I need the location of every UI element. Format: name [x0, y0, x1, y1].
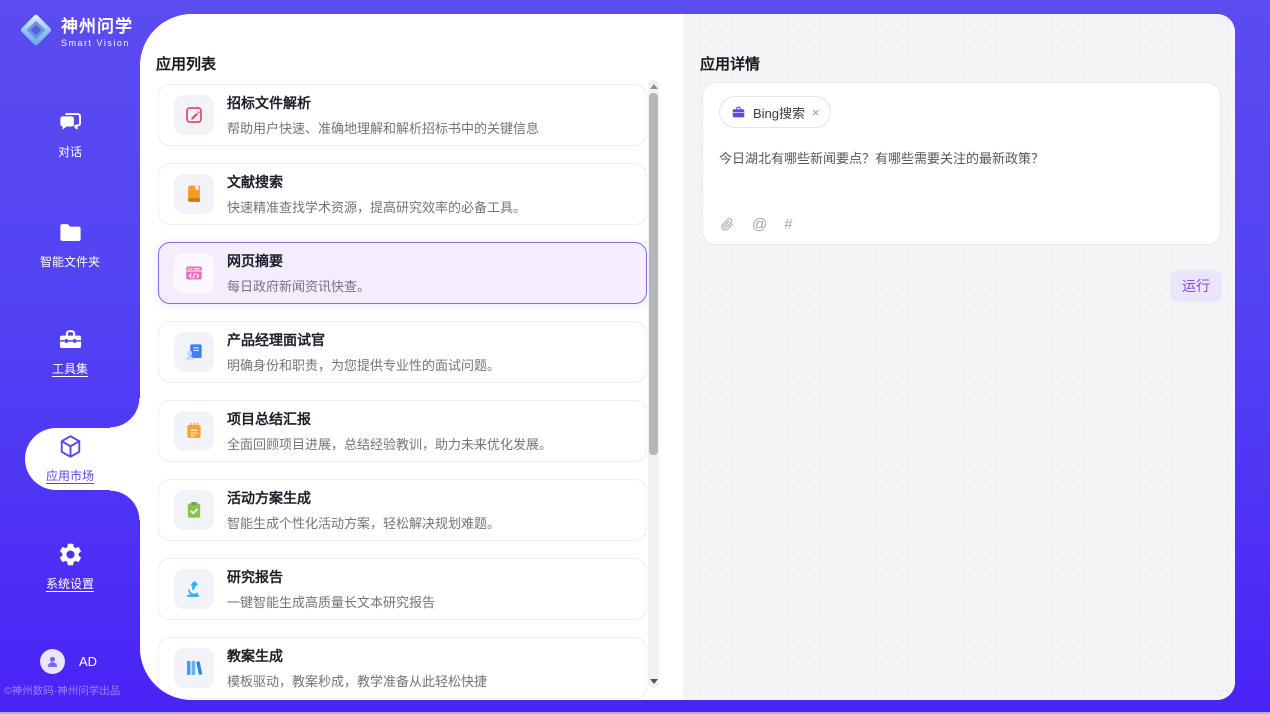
active-tab-curve-top: [110, 398, 140, 428]
app-name: 招标文件解析: [227, 93, 539, 113]
hash-icon[interactable]: #: [784, 216, 792, 233]
app-desc: 明确身份和职责，为您提供专业性的面试问题。: [227, 355, 500, 374]
tool-chip-label: Bing搜索: [753, 103, 805, 122]
attachment-icon[interactable]: [720, 217, 735, 232]
user-initials: AD: [79, 654, 97, 669]
research-report-icon: [174, 569, 214, 609]
app-item-pm-interviewer[interactable]: 产品经理面试官 明确身份和职责，为您提供专业性的面试问题。: [158, 321, 647, 383]
brand-subtitle: Smart Vision: [61, 38, 133, 48]
app-item-lesson-plan[interactable]: 教案生成 模板驱动，教案秒成，教学准备从此轻松快捷: [158, 637, 647, 699]
sidebar-item-toolset[interactable]: 工具集: [0, 326, 140, 377]
scroll-up-icon[interactable]: [650, 84, 658, 89]
app-desc: 一键智能生成高质量长文本研究报告: [227, 592, 435, 611]
app-detail-panel: 应用详情 Bing搜索 × 今日湖北有哪些新闻要点？有哪些需要关注的最新政策？ …: [683, 14, 1235, 700]
bid-document-icon: [174, 95, 214, 135]
app-name: 文献搜索: [227, 172, 526, 192]
run-button[interactable]: 运行: [1170, 270, 1222, 302]
sidebar-item-label: 对话: [58, 143, 82, 160]
avatar: [40, 649, 65, 674]
mention-icon[interactable]: @: [752, 216, 767, 233]
user-badge[interactable]: AD: [40, 649, 97, 674]
composer-toolbar: @ #: [720, 216, 793, 233]
sidebar-item-label: 工具集: [52, 360, 88, 377]
brand-logo: 神州问学 Smart Vision: [17, 11, 133, 49]
chip-close-icon[interactable]: ×: [812, 106, 820, 119]
app-name: 项目总结汇报: [227, 409, 552, 429]
app-name: 产品经理面试官: [227, 330, 500, 350]
briefcase-icon: [731, 105, 746, 120]
sidebar-item-label: 应用市场: [46, 467, 94, 484]
app-item-project-summary[interactable]: 项目总结汇报 全面回顾项目进展，总结经验教训，助力未来优化发展。: [158, 400, 647, 462]
brand-name: 神州问学: [61, 12, 133, 37]
tool-chip-bing-search[interactable]: Bing搜索 ×: [719, 96, 831, 128]
gear-icon: [57, 541, 84, 568]
app-item-web-summary[interactable]: 网页摘要 每日政府新闻资讯快查。: [158, 242, 647, 304]
user-icon: [45, 654, 60, 669]
app-desc: 智能生成个性化活动方案，轻松解决规划难题。: [227, 513, 500, 532]
event-plan-icon: [174, 490, 214, 530]
lesson-plan-icon: [174, 648, 214, 688]
app-name: 教案生成: [227, 646, 487, 666]
sidebar-item-chat[interactable]: 对话: [0, 109, 140, 160]
sidebar-item-settings[interactable]: 系统设置: [0, 541, 140, 592]
app-desc: 帮助用户快速、准确地理解和解析招标书中的关键信息: [227, 118, 539, 137]
app-desc: 每日政府新闻资讯快查。: [227, 276, 370, 295]
web-summary-icon: [174, 253, 214, 293]
prompt-card: Bing搜索 × 今日湖北有哪些新闻要点？有哪些需要关注的最新政策？ @ #: [702, 82, 1221, 245]
app-item-research-report[interactable]: 研究报告 一键智能生成高质量长文本研究报告: [158, 558, 647, 620]
app-item-event-plan[interactable]: 活动方案生成 智能生成个性化活动方案，轻松解决规划难题。: [158, 479, 647, 541]
app-list-panel: 应用列表 招标文件解析 帮助用户快速、准确地理解和解析招标书中的关键信息 文献搜…: [140, 14, 683, 700]
toolbox-icon: [57, 326, 84, 353]
sidebar-item-label: 智能文件夹: [40, 253, 100, 270]
sidebar-item-app-market[interactable]: 应用市场: [0, 433, 140, 484]
sidebar-item-smart-folder[interactable]: 智能文件夹: [0, 219, 140, 270]
sidebar: 神州问学 Smart Vision 对话 智能文件夹 工具集: [0, 0, 140, 714]
sidebar-item-label: 系统设置: [46, 575, 94, 592]
literature-search-icon: [174, 174, 214, 214]
app-list-title: 应用列表: [156, 53, 216, 74]
app-detail-title: 应用详情: [700, 53, 760, 74]
chat-icon: [57, 109, 84, 136]
scrollbar-thumb[interactable]: [649, 93, 658, 455]
app-name: 网页摘要: [227, 251, 370, 271]
app-desc: 模板驱动，教案秒成，教学准备从此轻松快捷: [227, 671, 487, 690]
prompt-input[interactable]: 今日湖北有哪些新闻要点？有哪些需要关注的最新政策？: [719, 149, 1204, 169]
app-desc: 快速精准查找学术资源，提高研究效率的必备工具。: [227, 197, 526, 216]
app-list: 招标文件解析 帮助用户快速、准确地理解和解析招标书中的关键信息 文献搜索 快速精…: [158, 84, 647, 700]
app-name: 活动方案生成: [227, 488, 500, 508]
app-item-literature-search[interactable]: 文献搜索 快速精准查找学术资源，提高研究效率的必备工具。: [158, 163, 647, 225]
diamond-logo-icon: [17, 11, 55, 49]
app-item-bid-document[interactable]: 招标文件解析 帮助用户快速、准确地理解和解析招标书中的关键信息: [158, 84, 647, 146]
scroll-down-icon[interactable]: [650, 679, 658, 684]
project-summary-icon: [174, 411, 214, 451]
copyright-text: ©神州数码·神州问学出品: [4, 683, 154, 698]
app-list-scrollbar[interactable]: [648, 80, 659, 688]
app-desc: 全面回顾项目进展，总结经验教训，助力未来优化发展。: [227, 434, 552, 453]
folder-icon: [57, 219, 84, 246]
interviewer-icon: [174, 332, 214, 372]
app-name: 研究报告: [227, 567, 435, 587]
active-tab-curve-bottom: [110, 490, 140, 520]
cube-icon: [57, 433, 84, 460]
main-content: 应用列表 招标文件解析 帮助用户快速、准确地理解和解析招标书中的关键信息 文献搜…: [140, 14, 1235, 700]
